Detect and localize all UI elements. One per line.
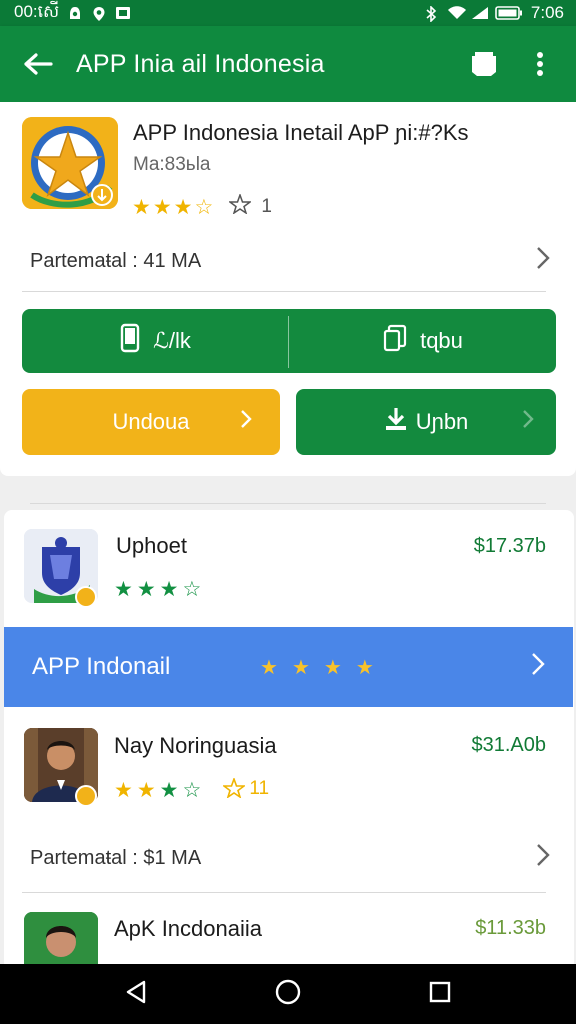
apk-button[interactable]: ℒ/lk <box>22 309 288 373</box>
star-logo-icon <box>22 117 118 209</box>
rating-star-icon <box>221 776 247 804</box>
more-options-button[interactable] <box>512 26 568 102</box>
nav-recents-icon <box>430 981 451 1002</box>
star-icon: ★ <box>114 578 133 601</box>
section-divider <box>30 503 546 504</box>
bookmark-button[interactable] <box>456 26 512 102</box>
status-time: 00:សើ <box>14 1 60 21</box>
chevron-right-icon <box>536 246 550 277</box>
app-bar: APP Inia ail Indonesia <box>0 26 576 102</box>
info-row[interactable]: Partemaŧal : $1 MA <box>30 843 550 874</box>
phone-icon <box>119 323 141 359</box>
apk-button-label: ℒ/lk <box>153 328 191 353</box>
star-icon: ★ <box>114 779 133 802</box>
star-icon: ★ <box>132 195 151 219</box>
more-vert-icon <box>537 52 543 76</box>
status-clock: 7:06 <box>530 3 564 22</box>
list-item-price: $11.33b <box>475 917 546 939</box>
star-icon: ★ <box>136 779 156 802</box>
list-item-rating: ★ ★ ★ ☆ 11 <box>114 776 270 804</box>
star-icon: ★ <box>291 656 310 679</box>
wifi-icon <box>447 6 466 20</box>
download-icon <box>384 406 408 438</box>
bookmark-icon <box>472 52 496 76</box>
copy-button-label: tɋbu <box>420 328 463 353</box>
undo-button[interactable]: Undoua <box>22 389 280 455</box>
list-item-price: $31.A0b <box>471 734 546 756</box>
undo-button-label: Undoua <box>112 409 190 434</box>
list-item-badge <box>75 785 97 807</box>
download-button[interactable]: Uɲbn <box>296 389 556 455</box>
star-icon: ★ <box>260 656 278 679</box>
nav-home-button[interactable] <box>275 979 301 1010</box>
list-item-name: Uphoet <box>116 533 187 558</box>
list-item-name: Nay Noringuasia <box>114 733 277 758</box>
copy-button[interactable]: tɋbu <box>289 309 556 373</box>
page-title: APP Inia ail Indonesia <box>76 49 325 78</box>
gallery-icon <box>115 6 131 20</box>
highlighted-row-title: APP Indonail <box>32 653 171 680</box>
star-icon: ★ <box>152 195 172 219</box>
nav-recents-button[interactable] <box>428 980 452 1009</box>
star-icon: ★ <box>159 779 179 802</box>
list-item-icon[interactable] <box>24 912 98 964</box>
location-icon <box>91 6 107 21</box>
back-arrow-icon <box>24 53 53 75</box>
star-icon: ★ <box>323 656 342 679</box>
chevron-right-icon <box>522 409 534 435</box>
star-outline-icon: ☆ <box>182 578 202 601</box>
app-icon[interactable] <box>22 117 118 209</box>
nav-back-icon <box>126 980 145 1003</box>
signal-icon <box>471 6 488 20</box>
info-row[interactable]: Partemaŧal : 41 MA <box>30 246 550 277</box>
star-outline-icon: ☆ <box>194 195 214 219</box>
app-title: APP Indonesia Inetail ApP ɲi:#?Ks <box>133 120 469 145</box>
star-outline-icon: ☆ <box>182 779 202 802</box>
status-bar: 00:សើ 7:06 <box>0 0 576 26</box>
app-rating: ★ ★ ★ ☆ 1 <box>132 192 272 220</box>
star-icon: ★ <box>159 578 179 601</box>
list-item-badge <box>75 586 97 608</box>
list-item-price: $17.37b <box>473 535 546 557</box>
nav-home-icon <box>275 979 301 1004</box>
highlighted-row-rating: ★ ★ ★ ★ <box>260 655 374 680</box>
notification-icon <box>67 6 83 20</box>
chevron-right-icon <box>536 843 550 874</box>
star-icon: ★ <box>136 578 156 601</box>
divider <box>22 291 546 292</box>
rating-star-icon <box>228 192 253 220</box>
star-icon: ★ <box>355 656 374 679</box>
rating-count: 1 <box>261 196 272 217</box>
download-button-label: Uɲbn <box>415 409 469 434</box>
highlighted-list-row[interactable]: APP Indonail ★ ★ ★ ★ <box>4 627 573 707</box>
list-item-name: ApK Incdonaiia <box>114 916 262 941</box>
copy-icon <box>382 324 408 358</box>
info-label: Partemaŧal : 41 MA <box>30 250 202 272</box>
system-nav-bar <box>0 964 576 1024</box>
star-icon: ★ <box>173 195 193 219</box>
chevron-right-icon <box>240 409 252 435</box>
app-subtitle: Ma:83ьla <box>133 154 211 175</box>
battery-icon <box>495 6 523 20</box>
nav-back-button[interactable] <box>124 979 148 1010</box>
avatar-icon <box>24 912 98 964</box>
back-button[interactable] <box>0 26 76 102</box>
chevron-right-icon <box>531 652 545 683</box>
list-item-rating: ★ ★ ★ ☆ <box>114 577 201 602</box>
rating-count: 11 <box>249 778 270 799</box>
info-label: Partemaŧal : $1 MA <box>30 847 202 869</box>
bluetooth-icon <box>423 5 439 23</box>
divider <box>22 892 546 893</box>
